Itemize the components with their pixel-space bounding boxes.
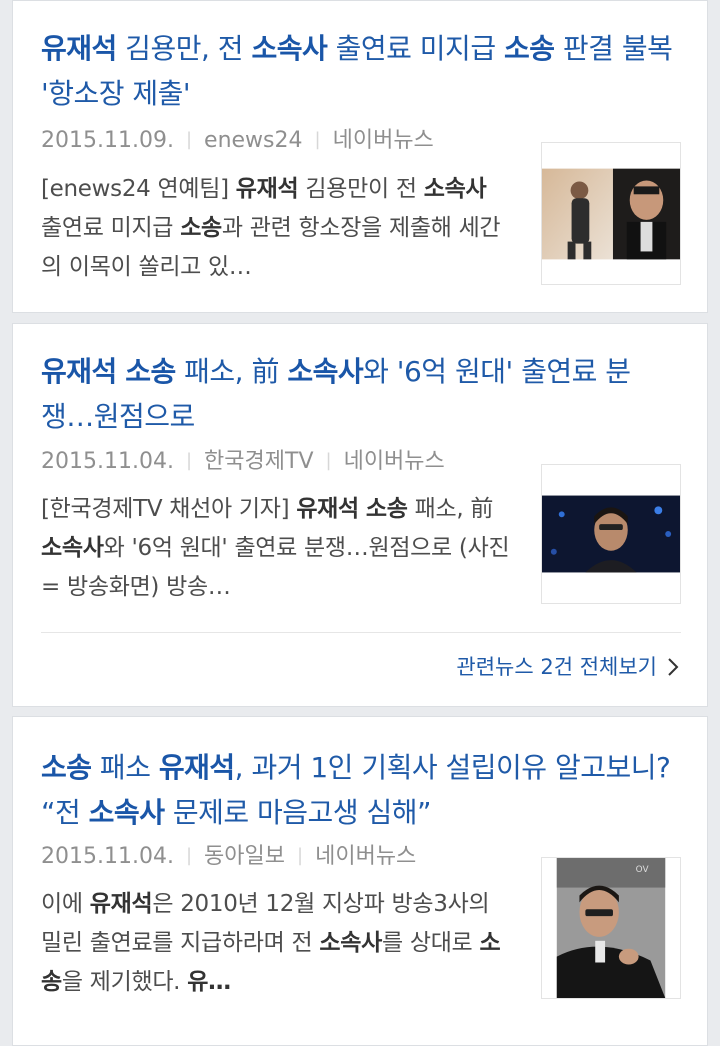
text-segment: 문제로 마음고생 심해” — [164, 796, 432, 829]
keyword-highlight: 유… — [187, 969, 231, 995]
keyword-highlight: 소송 — [125, 355, 176, 388]
keyword-highlight: 소송 — [503, 32, 555, 65]
article-title-link[interactable]: 유재석 김용만, 전 소속사 출연료 미지급 소송 판결 불복 '항소장 제출' — [41, 26, 681, 116]
chevron-right-icon — [668, 658, 679, 676]
article-title-link[interactable]: 유재석 소송 패소, 前 소속사와 '6억 원대' 출연료 분쟁…원점으로 — [41, 349, 681, 439]
card-divider — [41, 632, 681, 633]
keyword-highlight: 소송 — [180, 215, 222, 241]
news-photo-two-men-icon — [542, 143, 680, 284]
news-photo-man-portrait-icon: OV — [542, 858, 680, 998]
keyword-highlight: 소속사 — [251, 32, 328, 65]
press-name-link[interactable]: 동아일보 — [204, 844, 285, 869]
keyword-highlight: 소속사 — [319, 930, 382, 956]
svg-text:OV: OV — [636, 865, 649, 875]
text-segment: 출연료 미지급 — [327, 32, 504, 65]
article-meta: 2015.11.04. | 동아일보 | 네이버뉴스 — [41, 841, 416, 872]
naver-news-link[interactable]: 네이버뉴스 — [344, 449, 445, 474]
meta-separator: | — [325, 450, 332, 471]
text-segment: 출연료 미지급 — [41, 215, 181, 241]
naver-news-link[interactable]: 네이버뉴스 — [315, 844, 416, 869]
article-thumbnail[interactable] — [541, 464, 681, 604]
text-segment: 패소, 前 — [175, 355, 288, 388]
meta-separator: | — [314, 129, 321, 150]
text-segment: 김용만, 전 — [116, 32, 252, 65]
news-card: 유재석 김용만, 전 소속사 출연료 미지급 소송 판결 불복 '항소장 제출'… — [12, 0, 708, 313]
keyword-highlight: 소속사 — [41, 535, 104, 561]
keyword-highlight: 유재석 — [296, 496, 359, 522]
keyword-highlight: 소속사 — [287, 355, 364, 388]
text-segment: 패소 — [91, 751, 159, 784]
meta-separator: | — [185, 129, 193, 150]
keyword-highlight: 유재석 — [89, 891, 153, 917]
text-segment: 패소, 前 — [407, 496, 494, 522]
text-segment: 를 상대로 — [381, 930, 480, 956]
text-segment: [한국경제TV 채선아 기자] — [41, 496, 297, 522]
keyword-highlight: 유재석 — [41, 32, 117, 65]
keyword-highlight: 유재석 — [41, 355, 117, 388]
keyword-highlight: 유재석 — [235, 176, 299, 202]
article-summary[interactable]: [한국경제TV 채선아 기자] 유재석 소송 패소, 前 소속사와 '6억 원대… — [41, 490, 511, 607]
keyword-highlight: 소속사 — [88, 796, 165, 829]
text-segment — [359, 496, 366, 522]
news-card: 소송 패소 유재석, 과거 1인 기획사 설립이유 알고보니? “전 소속사 문… — [12, 716, 708, 1046]
meta-separator: | — [185, 450, 193, 471]
article-thumbnail[interactable] — [541, 142, 681, 285]
text-segment: 이에 — [41, 891, 90, 917]
article-thumbnail[interactable]: OV — [541, 857, 681, 999]
article-date: 2015.11.04. — [41, 844, 174, 869]
meta-separator: | — [297, 845, 304, 866]
article-meta: 2015.11.09. | enews24 | 네이버뉴스 — [41, 125, 434, 156]
keyword-highlight: 소속사 — [423, 176, 487, 202]
text-segment: 와 '6억 원대' 출연료 분쟁…원점으로 (사진 = 방송화면) 방송… — [41, 535, 510, 600]
related-news-link[interactable]: 관련뉴스 2건 전체보기 — [456, 652, 679, 682]
article-date: 2015.11.09. — [41, 128, 174, 153]
related-news-label: 관련뉴스 2건 전체보기 — [456, 655, 657, 679]
press-name-link[interactable]: 한국경제TV — [204, 449, 313, 474]
text-segment: 을 제기했다. — [61, 969, 188, 995]
text-segment: 김용만이 전 — [298, 176, 424, 202]
meta-separator: | — [185, 845, 193, 866]
keyword-highlight: 소송 — [41, 751, 92, 784]
text-segment: [enews24 연예팀] — [41, 176, 236, 202]
article-meta: 2015.11.04. | 한국경제TV | 네이버뉴스 — [41, 446, 445, 477]
news-card: 유재석 소송 패소, 前 소속사와 '6억 원대' 출연료 분쟁…원점으로 20… — [12, 323, 708, 707]
press-name-link[interactable]: enews24 — [204, 128, 302, 153]
naver-news-link[interactable]: 네이버뉴스 — [333, 128, 434, 153]
article-title-link[interactable]: 소송 패소 유재석, 과거 1인 기획사 설립이유 알고보니? “전 소속사 문… — [41, 745, 681, 835]
article-summary[interactable]: [enews24 연예팀] 유재석 김용만이 전 소속사 출연료 미지급 소송과… — [41, 170, 511, 287]
article-summary[interactable]: 이에 유재석은 2010년 12월 지상파 방송3사의 밀린 출연료를 지급하라… — [41, 885, 511, 1002]
news-photo-tv-screen-icon — [542, 465, 680, 603]
text-segment — [117, 355, 125, 388]
article-date: 2015.11.04. — [41, 449, 174, 474]
keyword-highlight: 소송 — [365, 496, 408, 522]
keyword-highlight: 유재석 — [158, 751, 235, 784]
